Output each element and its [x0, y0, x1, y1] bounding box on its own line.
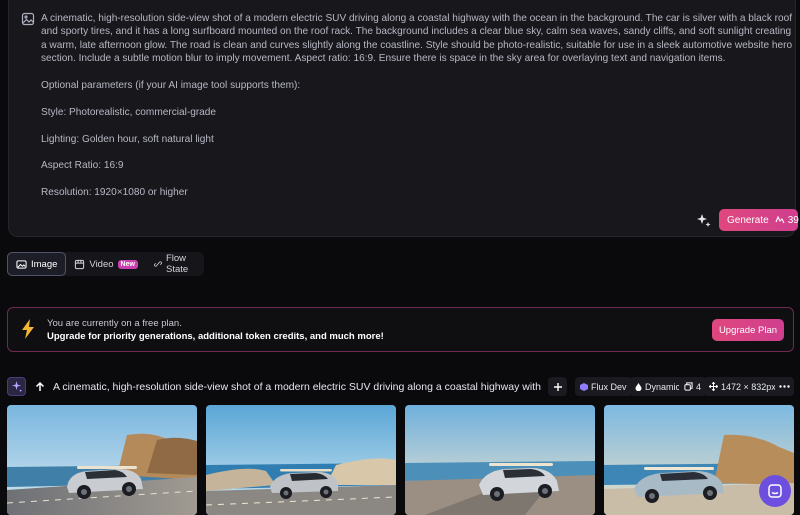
- sparkle-grid-icon: [11, 381, 22, 392]
- image-prompt-icon[interactable]: [21, 12, 37, 28]
- prompt-paragraph: A cinematic, high-resolution side-view s…: [41, 13, 793, 65]
- video-icon: [75, 259, 85, 269]
- prompt-style: Style: Photorealistic, commercial-grade: [41, 106, 217, 118]
- enhance-prompt-button[interactable]: [694, 211, 714, 231]
- upgrade-plan-button[interactable]: Upgrade Plan: [712, 319, 784, 341]
- generate-tokens: 39: [787, 214, 799, 226]
- generate-button[interactable]: Generate 39: [719, 209, 799, 231]
- more-options-button[interactable]: [775, 377, 794, 396]
- select-button[interactable]: [7, 377, 26, 396]
- prompt-aspect: Aspect Ratio: 16:9: [41, 160, 124, 172]
- image-icon: [16, 259, 27, 269]
- generated-images: [7, 405, 796, 515]
- model-label: Flux Dev: [591, 381, 627, 392]
- lightning-icon: [20, 319, 36, 344]
- arrow-up-icon: [35, 381, 44, 391]
- drop-icon: [635, 382, 642, 391]
- banner-line2: Upgrade for priority generations, additi…: [47, 331, 384, 342]
- tab-flow-state[interactable]: Flow State: [146, 252, 204, 276]
- tab-video[interactable]: Video New: [66, 252, 146, 276]
- free-plan-banner: You are currently on a free plan. Upgrad…: [7, 307, 794, 352]
- link-icon: [154, 261, 162, 267]
- style-label: Dynamic: [645, 381, 681, 392]
- more-icon: [779, 385, 790, 388]
- generation-header: A cinematic, high-resolution side-view s…: [7, 377, 796, 398]
- tab-image-label: Image: [31, 258, 58, 270]
- generation-prompt-preview[interactable]: A cinematic, high-resolution side-view s…: [53, 381, 543, 393]
- generated-image-1[interactable]: [7, 405, 197, 515]
- mode-tabs: Image Video New Flow State: [7, 252, 204, 276]
- new-badge: New: [117, 259, 138, 269]
- generated-image-2[interactable]: [206, 405, 396, 515]
- prompt-textarea[interactable]: A cinematic, high-resolution side-view s…: [41, 12, 793, 200]
- token-icon: [775, 215, 785, 224]
- size-chip[interactable]: 1472 × 832px: [704, 377, 781, 396]
- prompt-optional-header: Optional parameters (if your AI image to…: [41, 80, 301, 92]
- move-icon: [709, 382, 718, 391]
- model-chip[interactable]: Flux Dev: [575, 377, 632, 396]
- banner-line1: You are currently on a free plan.: [47, 318, 182, 329]
- prompt-resolution: Resolution: 1920×1080 or higher: [41, 187, 188, 199]
- plus-icon: [553, 382, 562, 391]
- generate-label: Generate: [727, 214, 769, 226]
- model-icon: [580, 382, 588, 391]
- tab-flow-state-label: Flow State: [165, 253, 189, 275]
- chat-support-button[interactable]: [759, 475, 791, 507]
- chat-icon: [768, 484, 782, 498]
- images-icon: [684, 382, 693, 391]
- upload-button[interactable]: [30, 377, 49, 396]
- prompt-panel[interactable]: A cinematic, high-resolution side-view s…: [8, 0, 799, 237]
- tab-video-label: Video: [89, 258, 114, 270]
- sparkle-icon: [697, 214, 711, 227]
- style-chip[interactable]: Dynamic: [630, 377, 686, 396]
- size-label: 1472 × 832px: [721, 381, 776, 392]
- count-chip[interactable]: 4: [679, 377, 707, 396]
- prompt-lighting: Lighting: Golden hour, soft natural ligh…: [41, 133, 214, 145]
- generated-image-3[interactable]: [405, 405, 595, 515]
- add-button[interactable]: [548, 377, 567, 396]
- count-label: 4: [696, 381, 702, 392]
- tab-image[interactable]: Image: [7, 252, 67, 276]
